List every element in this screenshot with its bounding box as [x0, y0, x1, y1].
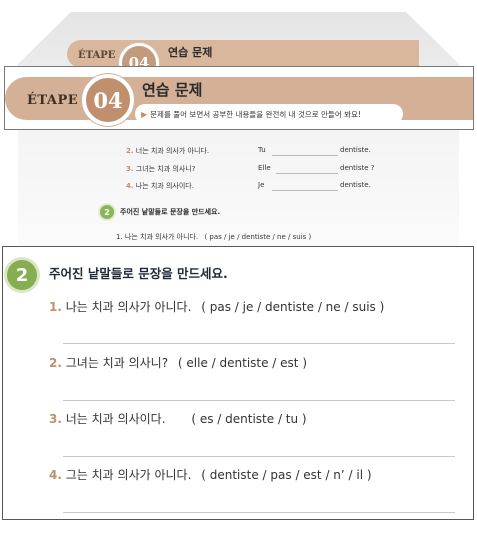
question-2: 2. 그녀는 치과 의사니? ( elle / dentiste / est )	[49, 354, 307, 371]
row-number: 3.	[126, 165, 134, 173]
question-number: 2.	[49, 356, 62, 370]
row-ending: dentiste.	[340, 146, 371, 154]
preview-question-number: 1.	[116, 233, 123, 241]
answer-line-4[interactable]	[63, 512, 455, 513]
question-1: 1. 나는 치과 의사가 아니다. ( pas / je / dentiste …	[49, 298, 384, 315]
question-korean: 너는 치과 의사이다.	[65, 412, 166, 426]
section2-preview-heading: 2 주어진 낱말들로 문장을 만드세요.	[100, 205, 220, 219]
background-title: 연습 문제	[168, 46, 213, 59]
question-korean: 그는 치과 의사가 아니다.	[65, 468, 192, 482]
exercise1-row-korean: 4. 나는 치과 의사이다.	[126, 181, 194, 191]
question-number: 3.	[49, 412, 62, 426]
question-number: 4.	[49, 468, 62, 482]
answer-line-3[interactable]	[63, 456, 455, 457]
question-words: ( pas / je / dentiste / ne / suis )	[201, 300, 385, 314]
row-ending: dentiste ?	[340, 164, 375, 172]
subtitle-bar: ▶ 문제를 풀어 보면서 공부한 내용들을 완전히 내 것으로 만들어 봐요!	[135, 104, 403, 124]
etape-label: ÉTAPE	[27, 93, 79, 108]
exercise1-row-korean: 3. 그녀는 치과 의사니?	[126, 164, 195, 174]
background-etape-label: ÉTAPE	[78, 50, 116, 61]
question-words: ( dentiste / pas / est / n’ / il )	[201, 468, 372, 482]
answer-blank[interactable]	[272, 155, 338, 156]
preview-question-korean: 나는 치과 의사가 아니다.	[124, 233, 199, 241]
answer-blank[interactable]	[276, 173, 338, 174]
question-words: ( es / dentiste / tu )	[191, 412, 307, 426]
answer-line-2[interactable]	[63, 400, 455, 401]
subtitle-text: 문제를 풀어 보면서 공부한 내용들을 완전히 내 것으로 만들어 봐요!	[150, 109, 361, 119]
row-pronoun: Elle	[258, 164, 271, 172]
section2-title: 주어진 낱말들로 문장을 만드세요.	[49, 266, 228, 281]
page-title: 연습 문제	[142, 81, 203, 99]
row-pronoun: Je	[258, 181, 265, 189]
section2-zoom-callout: 2 주어진 낱말들로 문장을 만드세요. 1. 나는 치과 의사가 아니다. (…	[2, 246, 474, 520]
row-number: 4.	[126, 182, 134, 190]
answer-line-1[interactable]	[63, 343, 455, 344]
triangle-right-icon: ▶	[141, 109, 148, 119]
question-korean: 나는 치과 의사가 아니다.	[65, 300, 192, 314]
question-words: ( elle / dentiste / est )	[177, 356, 307, 370]
preview-question-words: ( pas / je / dentiste / ne / suis )	[204, 233, 312, 241]
row-korean: 나는 치과 의사이다.	[135, 182, 194, 190]
question-number: 1.	[49, 300, 62, 314]
row-korean: 너는 치과 의사가 아니다.	[135, 147, 210, 155]
row-korean: 그녀는 치과 의사니?	[135, 165, 196, 173]
section2-preview-question: 1. 나는 치과 의사가 아니다. ( pas / je / dentiste …	[116, 232, 311, 242]
section2-preview-title: 주어진 낱말들로 문장을 만드세요.	[120, 208, 221, 216]
exercise1-row-korean: 2. 너는 치과 의사가 아니다.	[126, 146, 209, 156]
row-number: 2.	[126, 147, 134, 155]
etape-number-badge: 04	[82, 74, 134, 126]
question-4: 4. 그는 치과 의사가 아니다. ( dentiste / pas / est…	[49, 466, 372, 483]
row-ending: dentiste.	[340, 181, 371, 189]
question-korean: 그녀는 치과 의사니?	[65, 356, 169, 370]
section2-number-badge: 2	[7, 260, 37, 290]
row-pronoun: Tu	[258, 146, 266, 154]
answer-blank[interactable]	[272, 190, 338, 191]
section2-preview-badge: 2	[100, 205, 114, 219]
header-zoom-callout: ÉTAPE 04 연습 문제 ▶ 문제를 풀어 보면서 공부한 내용들을 완전히…	[4, 66, 474, 130]
question-3: 3. 너는 치과 의사이다. ( es / dentiste / tu )	[49, 410, 307, 427]
